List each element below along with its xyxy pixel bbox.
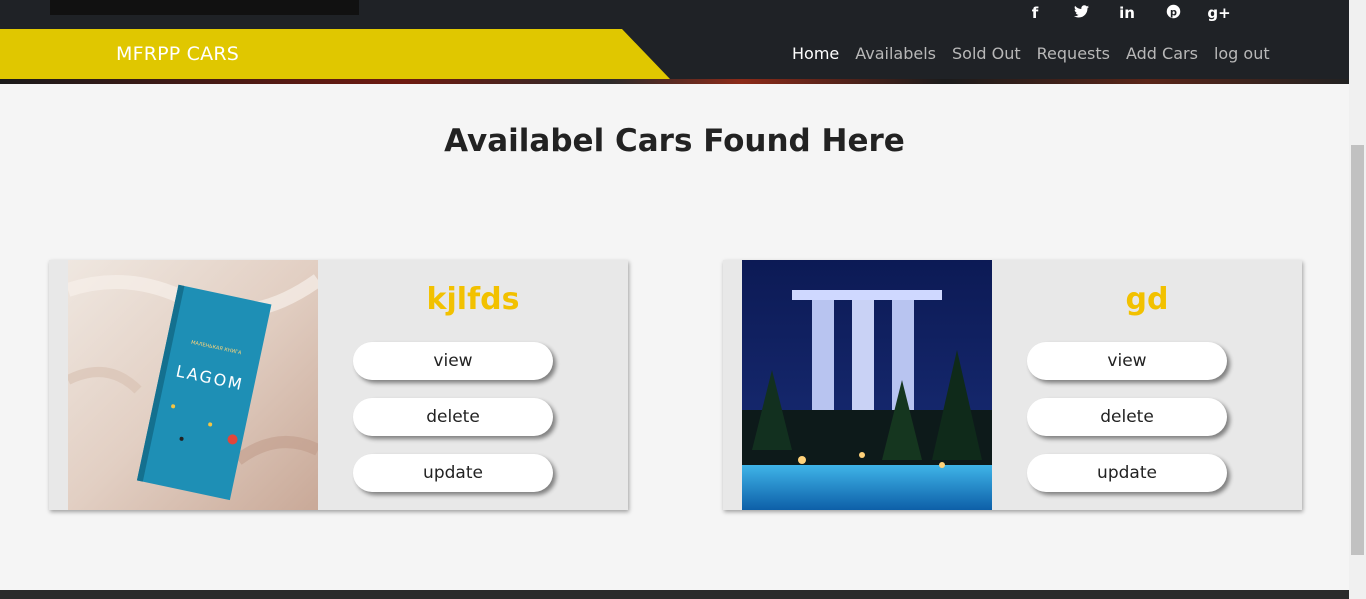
car-card: gd view delete update: [723, 260, 1302, 510]
footer: [0, 590, 1349, 599]
brand-banner: [0, 29, 670, 79]
social-links: f in p g+: [1012, 4, 1242, 23]
delete-button[interactable]: delete: [353, 398, 553, 436]
delete-button[interactable]: delete: [1027, 398, 1227, 436]
facebook-icon[interactable]: f: [1012, 4, 1058, 23]
nav-links: Home Availabels Sold Out Requests Add Ca…: [784, 44, 1278, 63]
brand-logo[interactable]: MFRPP CARS: [116, 43, 239, 65]
update-button[interactable]: update: [353, 454, 553, 492]
linkedin-icon[interactable]: in: [1104, 4, 1150, 23]
nav-add-cars[interactable]: Add Cars: [1126, 44, 1198, 63]
car-image: LAGOM МАЛЕНЬКАЯ КНИГА: [68, 260, 318, 510]
nav-sold-out[interactable]: Sold Out: [952, 44, 1021, 63]
nav-home[interactable]: Home: [792, 44, 839, 63]
scrollbar[interactable]: [1349, 0, 1366, 599]
pinterest-icon[interactable]: p: [1150, 4, 1196, 23]
google-plus-icon[interactable]: g+: [1196, 4, 1242, 23]
view-button[interactable]: view: [1027, 342, 1227, 380]
top-search-box[interactable]: [50, 0, 359, 15]
car-name: gd: [1125, 282, 1169, 317]
nav-requests[interactable]: Requests: [1037, 44, 1110, 63]
nav-log-out[interactable]: log out: [1214, 44, 1270, 63]
view-button[interactable]: view: [353, 342, 553, 380]
car-card: LAGOM МАЛЕНЬКАЯ КНИГА kjlfds view delete…: [49, 260, 628, 510]
twitter-icon[interactable]: [1058, 4, 1104, 23]
car-name: kjlfds: [426, 282, 520, 317]
nav-availabels[interactable]: Availabels: [855, 44, 936, 63]
car-image: [742, 260, 992, 510]
update-button[interactable]: update: [1027, 454, 1227, 492]
svg-text:p: p: [1170, 7, 1177, 18]
scrollbar-thumb[interactable]: [1351, 145, 1364, 555]
page-title: Availabel Cars Found Here: [444, 123, 905, 159]
navbar: MFRPP CARS Home Availabels Sold Out Requ…: [0, 29, 1349, 79]
header-image-strip: [0, 79, 1349, 84]
top-bar: f in p g+: [0, 0, 1349, 29]
